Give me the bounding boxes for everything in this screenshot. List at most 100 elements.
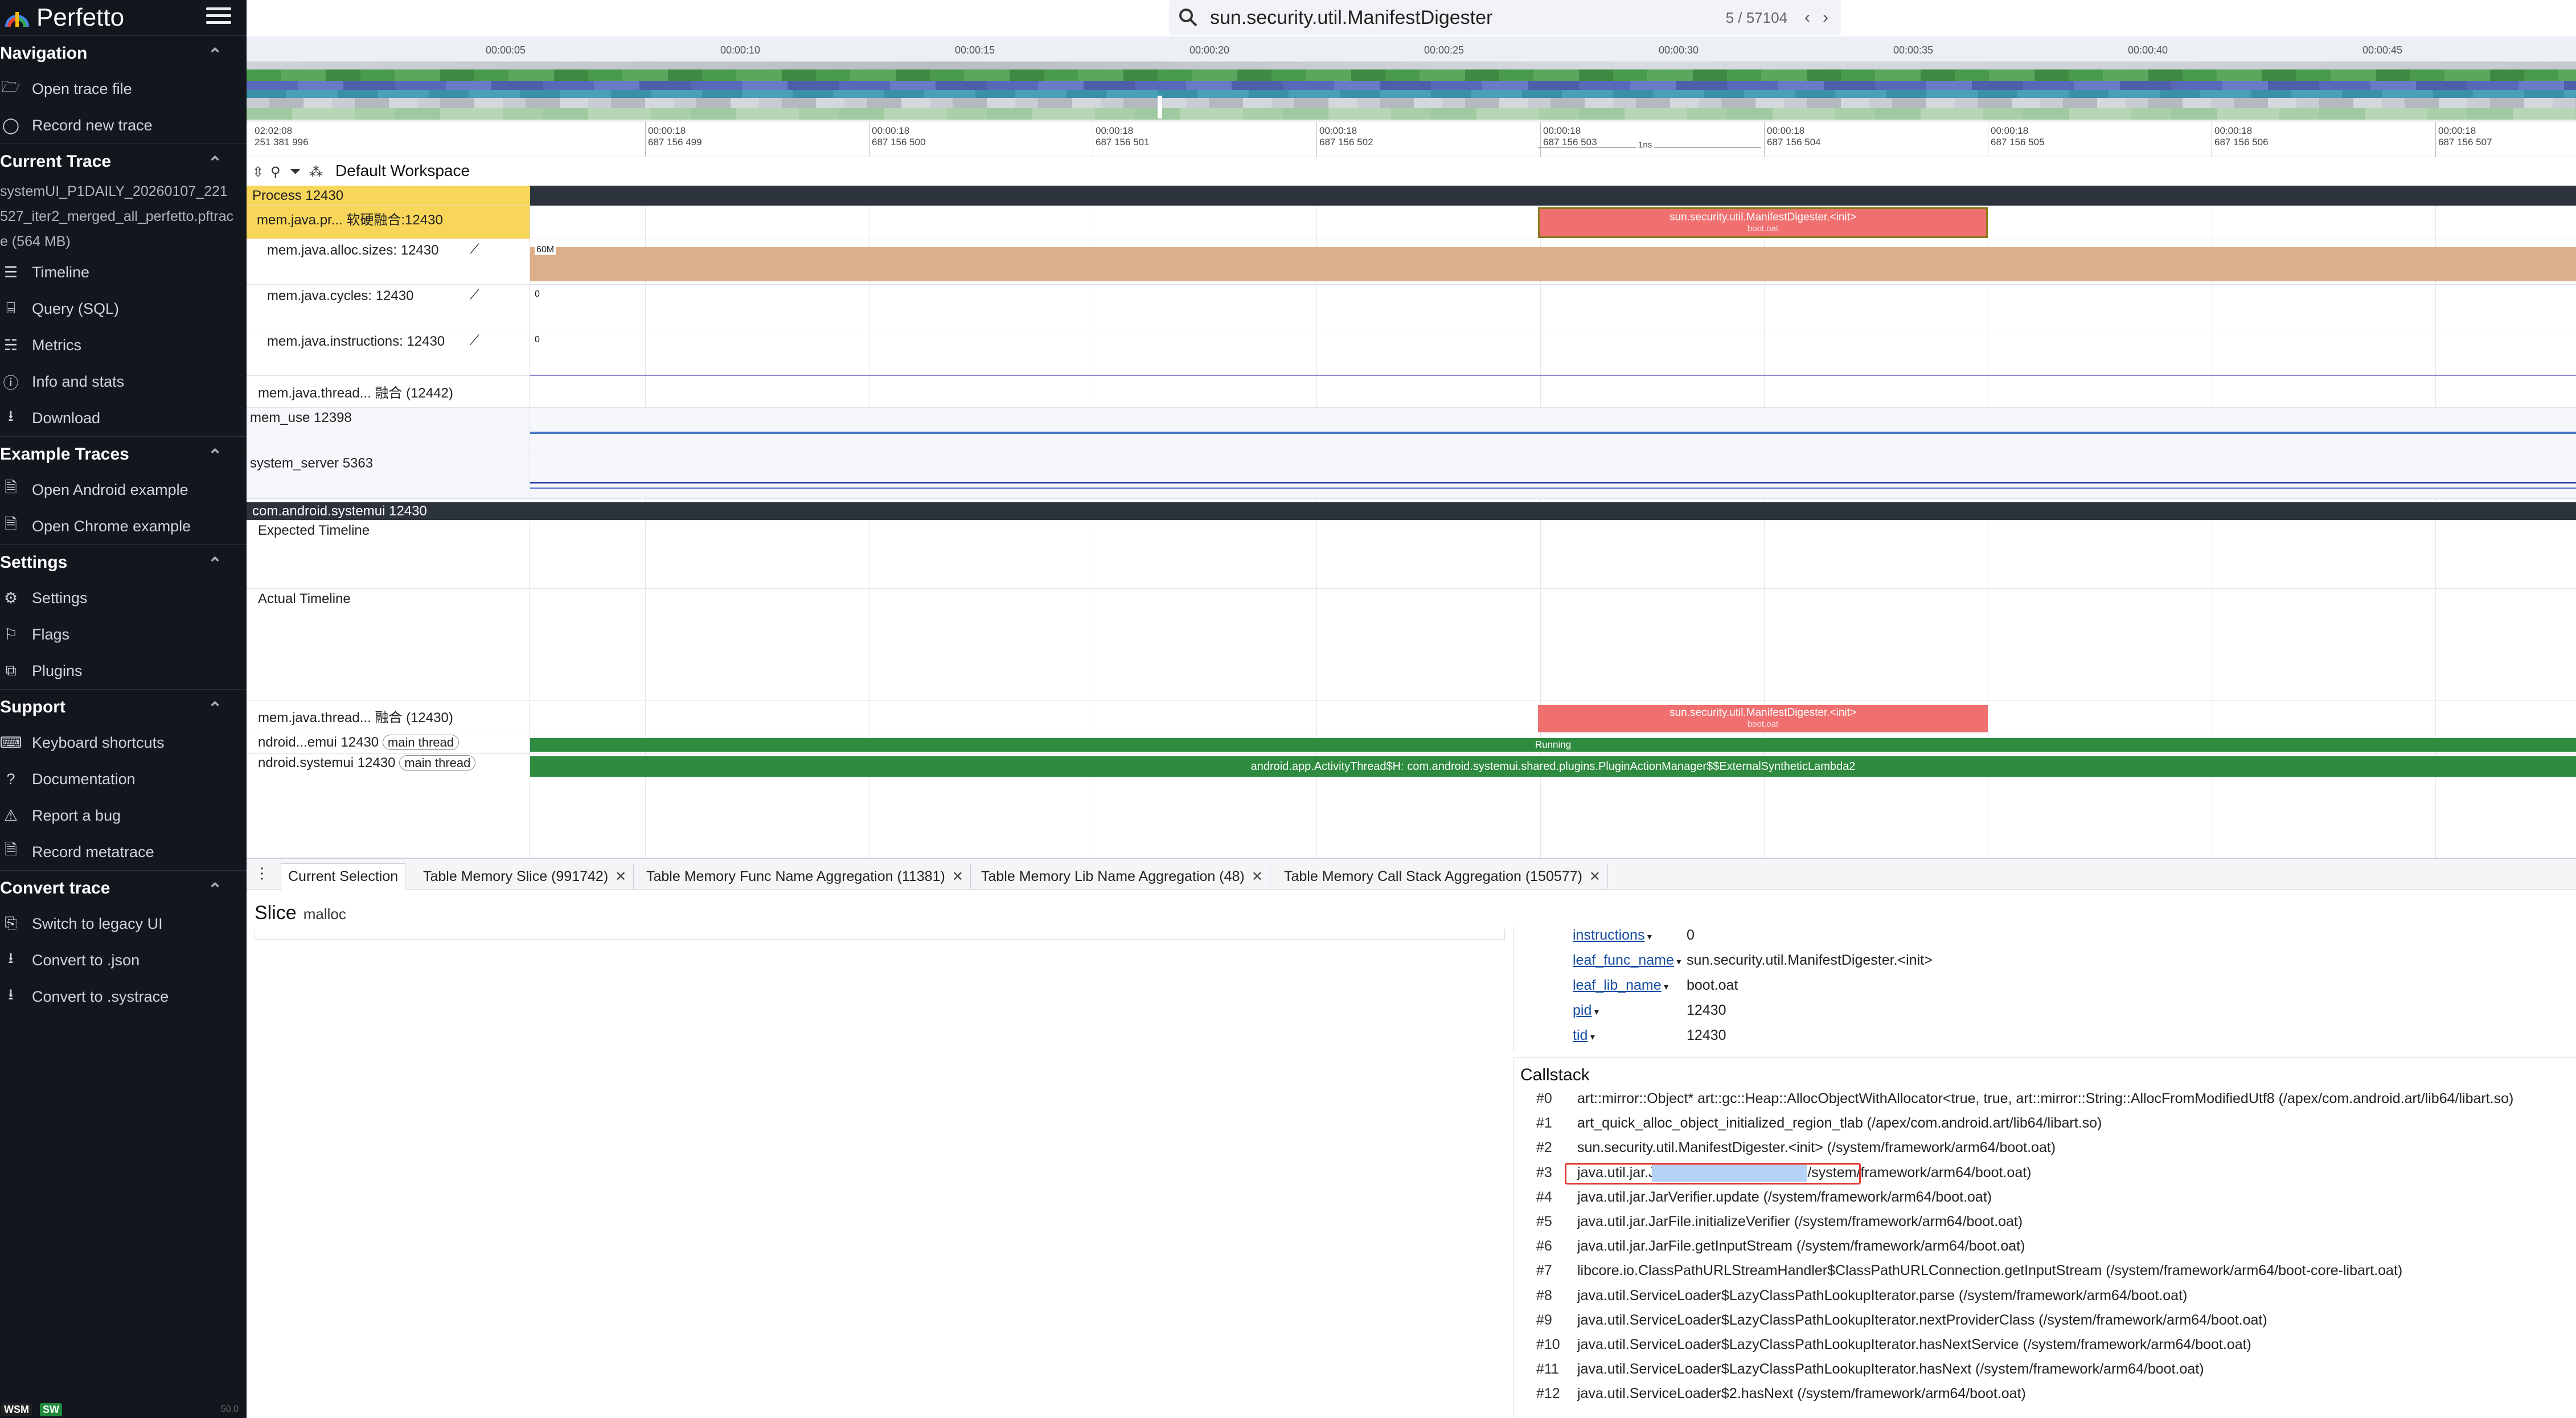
chevron-down-icon[interactable]: ▾ (1674, 957, 1681, 967)
sidebar-item-query-sql-[interactable]: ⌸ Query (SQL) (0, 290, 247, 327)
heap-track[interactable]: mem.java.pr... 软硬融合:12430 sun.security.u… (247, 206, 2576, 239)
callstack-frame[interactable]: #0 art::mirror::Object* art::gc::Heap::Al… (1536, 1091, 2513, 1107)
chevron-down-icon[interactable]: ▾ (1591, 1007, 1599, 1017)
sidebar-section-title[interactable]: Support ⌃ (0, 689, 247, 724)
more-options-icon[interactable]: ⋮ (255, 864, 269, 882)
sidebar-item-keyboard-shortcuts[interactable]: ⌨ Keyboard shortcuts (0, 724, 247, 761)
collapse-all-icon[interactable]: ⇳ (252, 164, 264, 181)
chart-line-icon[interactable]: ⟋ (470, 333, 479, 349)
chevron-up-icon[interactable]: ⌃ (208, 153, 225, 173)
close-icon[interactable]: ✕ (1252, 868, 1263, 885)
sidebar-item-convert-to-json[interactable]: ⭳ Convert to .json (0, 942, 247, 978)
callstack-frame[interactable]: #5 java.util.jar.JarFile.initializeVerifi… (1536, 1214, 2023, 1230)
arg-key-link[interactable]: tid (1573, 1027, 1588, 1043)
mem-use-label[interactable]: mem_use 12398 (247, 408, 530, 453)
sidebar-item-convert-to-systrace[interactable]: ⭳ Convert to .systrace (0, 978, 247, 1015)
counter-track-cycles[interactable]: mem.java.cycles: 12430 ⟋ 0 (247, 285, 2576, 330)
search-prev-button[interactable]: ‹ (1804, 8, 1810, 27)
counter-track-instructions[interactable]: mem.java.instructions: 12430 ⟋ 0 (247, 330, 2576, 376)
callstack-frame[interactable]: #8 java.util.ServiceLoader$LazyClassPathL… (1536, 1288, 2187, 1304)
sidebar-section-title[interactable]: Navigation ⌃ (0, 35, 247, 71)
tab-table-memory-lib-name-aggregation-48-[interactable]: Table Memory Lib Name Aggregation (48) ✕ (974, 863, 1270, 890)
arg-key-link[interactable]: pid (1573, 1002, 1591, 1018)
arg-key[interactable]: leaf_func_name ▾ (1573, 952, 1681, 969)
main-thread-track-1[interactable]: ndroid...emui 12430 main thread Running (247, 732, 2576, 754)
sidebar-section-title[interactable]: Settings ⌃ (0, 544, 247, 580)
arg-key[interactable]: tid ▾ (1573, 1027, 1595, 1044)
running-slice[interactable]: Running (530, 738, 2576, 752)
chart-line-icon[interactable]: ⟋ (470, 241, 479, 257)
callstack-frame[interactable]: #9 java.util.ServiceLoader$LazyClassPathL… (1536, 1312, 2267, 1329)
callstack-frame[interactable]: #6 java.util.jar.JarFile.getInputStream (… (1536, 1238, 2025, 1255)
callstack-frame[interactable]: #11 java.util.ServiceLoader$LazyClassPath… (1536, 1361, 2204, 1378)
sidebar-item-info-and-stats[interactable]: ⓘ Info and stats (0, 363, 247, 400)
arg-key-link[interactable]: leaf_func_name (1573, 952, 1674, 968)
actual-timeline-track[interactable]: Actual Timeline (247, 589, 2576, 700)
expected-timeline-track[interactable]: Expected Timeline (247, 521, 2576, 589)
chevron-up-icon[interactable]: ⌃ (208, 446, 225, 465)
callstack-frame[interactable]: #1 art_quick_alloc_object_initialized_reg… (1536, 1115, 2102, 1132)
sidebar-section-title[interactable]: Current Trace ⌃ (0, 144, 247, 179)
sidebar-item-switch-to-legacy-ui[interactable]: ⎘ Switch to legacy UI (0, 905, 247, 942)
arg-key[interactable]: leaf_lib_name ▾ (1573, 977, 1668, 994)
search-input[interactable]: sun.security.util.ManifestDigester (1210, 7, 1726, 29)
timeline-overview[interactable]: 00:00:05 00:00:10 00:00:15 00:00:20 00:00:25… (247, 36, 2576, 122)
callstack-frame[interactable]: #12 java.util.ServiceLoader$2.hasNext (/s… (1536, 1386, 2026, 1402)
callstack-frame[interactable]: #2 sun.security.util.ManifestDigester.<in… (1536, 1140, 2056, 1156)
chart-line-icon[interactable]: ⟋ (470, 287, 479, 303)
systemui-label[interactable]: com.android.systemui 12430 (247, 502, 530, 520)
sidebar-item-metrics[interactable]: ☵ Metrics (0, 327, 247, 363)
chevron-up-icon[interactable]: ⌃ (208, 880, 225, 899)
system-server-label[interactable]: system_server 5363 (247, 453, 530, 498)
sidebar-item-settings[interactable]: ⚙ Settings (0, 580, 247, 616)
tab-table-memory-func-name-aggregation-11381-[interactable]: Table Memory Func Name Aggregation (1138… (639, 863, 971, 890)
close-icon[interactable]: ✕ (615, 868, 626, 885)
arg-key[interactable]: pid ▾ (1573, 1002, 1599, 1019)
main-thread-track-2[interactable]: ndroid.systemui 12430 main thread androi… (247, 754, 2576, 777)
thread-slice[interactable]: sun.security.util.ManifestDigester.<init… (1538, 705, 1988, 732)
search-box[interactable]: sun.security.util.ManifestDigester 5 / 5… (1169, 0, 1841, 35)
thread-track-12430[interactable]: mem.java.thread... 融合 (12430) sun.securi… (247, 700, 2576, 732)
chevron-down-icon[interactable]: ▾ (1662, 982, 1668, 992)
callstack-frame[interactable]: #10 java.util.ServiceLoader$LazyClassPath… (1536, 1337, 2251, 1353)
arg-key-link[interactable]: instructions (1573, 927, 1644, 943)
sidebar-item-timeline[interactable]: ☰ Timeline (0, 254, 247, 290)
sidebar-item-report-a-bug[interactable]: ⚠ Report a bug (0, 797, 247, 834)
search-next-button[interactable]: › (1823, 8, 1828, 27)
arg-key[interactable]: instructions ▾ (1573, 927, 1652, 944)
sidebar-item-open-chrome-example[interactable]: 🗎 Open Chrome example (0, 508, 247, 544)
tab-table-memory-slice-991742-[interactable]: Table Memory Slice (991742) ✕ (416, 863, 634, 890)
filter-icon[interactable]: ⏷ (290, 164, 301, 180)
sidebar-item-open-android-example[interactable]: 🗎 Open Android example (0, 472, 247, 508)
counter-track-alloc[interactable]: mem.java.alloc.sizes: 12430 ⟋ 60M (247, 239, 2576, 285)
sidebar-item-record-new-trace[interactable]: ◯ Record new trace (0, 107, 247, 144)
thread-track-12442[interactable]: mem.java.thread... 融合 (12442) (247, 376, 2576, 408)
workspace-name[interactable]: Default Workspace (335, 162, 470, 180)
pin-icon[interactable]: ⚲ (270, 164, 281, 181)
chevron-up-icon[interactable]: ⌃ (208, 45, 225, 64)
tab-current-selection[interactable]: Current Selection (281, 863, 406, 890)
system-server-track[interactable]: system_server 5363 (247, 453, 2576, 499)
process-header[interactable]: Process 12430 (247, 186, 2576, 206)
callstack-frame[interactable]: #7 libcore.io.ClassPathURLStreamHandler$C… (1536, 1263, 2402, 1279)
process-label[interactable]: Process 12430 (247, 186, 530, 206)
activity-thread-slice[interactable]: android.app.ActivityThread$H: com.androi… (530, 756, 2576, 777)
sidebar-item-download[interactable]: ⭳ Download (0, 400, 247, 436)
sidebar-section-title[interactable]: Example Traces ⌃ (0, 436, 247, 472)
systemui-header[interactable]: com.android.systemui 12430 (247, 502, 2576, 521)
sidebar-item-open-trace-file[interactable]: 🗁 Open trace file (0, 71, 247, 107)
overview-selection[interactable] (1158, 96, 1162, 118)
tab-table-memory-call-stack-aggregation-150577-[interactable]: Table Memory Call Stack Aggregation (150… (1277, 863, 1608, 890)
sidebar-item-plugins[interactable]: ⧉ Plugins (0, 653, 247, 689)
sidebar-item-flags[interactable]: ⚐ Flags (0, 616, 247, 653)
close-icon[interactable]: ✕ (1589, 868, 1601, 885)
chevron-down-icon[interactable]: ▾ (1588, 1032, 1595, 1042)
arg-key-link[interactable]: leaf_lib_name (1573, 977, 1662, 993)
menu-toggle-button[interactable] (206, 3, 231, 28)
chevron-up-icon[interactable]: ⌃ (208, 699, 225, 718)
callstack-frame[interactable]: #4 java.util.jar.JarVerifier.update (/sys… (1536, 1189, 1992, 1206)
heap-slice[interactable]: sun.security.util.ManifestDigester.<init… (1538, 207, 1988, 238)
sidebar-section-title[interactable]: Convert trace ⌃ (0, 870, 247, 905)
chevron-up-icon[interactable]: ⌃ (208, 554, 225, 573)
mem-use-track[interactable]: mem_use 12398 (247, 408, 2576, 453)
